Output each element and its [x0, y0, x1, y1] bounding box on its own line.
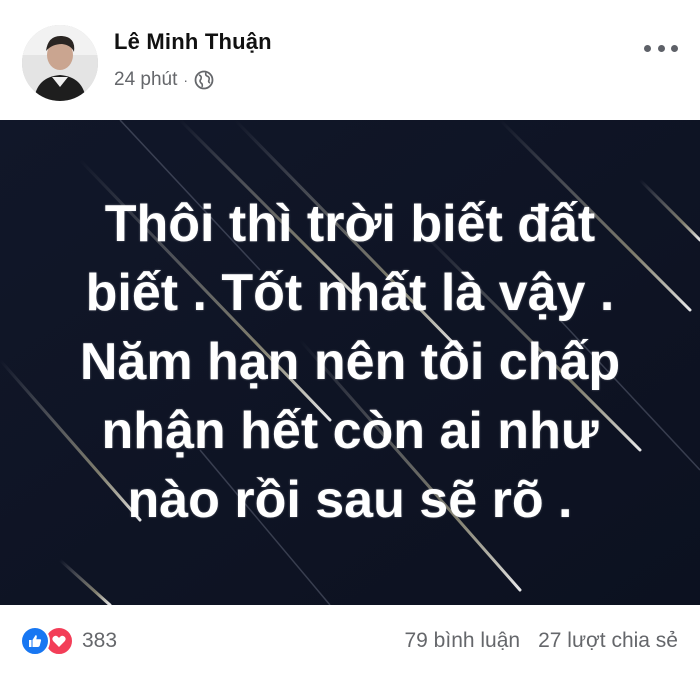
post-text-line: Thôi thì trời biết đất — [104, 195, 596, 253]
avatar[interactable] — [22, 25, 98, 101]
post-text-line: nào rồi sau sẽ rõ . — [127, 471, 573, 529]
more-options-icon[interactable] — [644, 40, 678, 56]
heart-icon — [52, 635, 66, 647]
comments-count-link[interactable]: 79 bình luận — [404, 629, 520, 653]
engagement-stats: 79 bình luận 27 lượt chia sẻ — [404, 629, 678, 653]
reaction-count: 383 — [82, 629, 118, 652]
post-header: Lê Minh Thuận 24 phút · — [0, 0, 700, 120]
post-time[interactable]: 24 phút — [114, 69, 177, 91]
shares-count-link[interactable]: 27 lượt chia sẻ — [538, 629, 678, 653]
meta-separator: · — [183, 72, 189, 88]
post-text-line: biết . Tốt nhất là vậy . — [85, 264, 615, 322]
dot — [657, 44, 665, 52]
like-icon — [20, 626, 50, 656]
post-text-line: Năm hạn nên tôi chấp — [79, 333, 621, 391]
post-text-line: nhận hết còn ai như — [101, 402, 599, 460]
author-name[interactable]: Lê Minh Thuận — [114, 29, 272, 55]
post-image[interactable]: Thôi thì trời biết đất biết . Tốt nhất l… — [0, 120, 700, 605]
post-meta: 24 phút · — [114, 68, 214, 92]
post-text: Thôi thì trời biết đất biết . Tốt nhất l… — [0, 120, 700, 605]
avatar-image — [22, 25, 98, 101]
globe-icon[interactable] — [194, 70, 214, 90]
dot — [644, 44, 651, 52]
post-footer: 383 79 bình luận 27 lượt chia sẻ — [0, 605, 700, 677]
dot — [671, 44, 678, 52]
post-text-lines: Thôi thì trời biết đất biết . Tốt nhất l… — [80, 190, 620, 535]
thumbs-up-icon — [29, 635, 42, 647]
reactions-summary[interactable]: 383 — [20, 625, 117, 657]
